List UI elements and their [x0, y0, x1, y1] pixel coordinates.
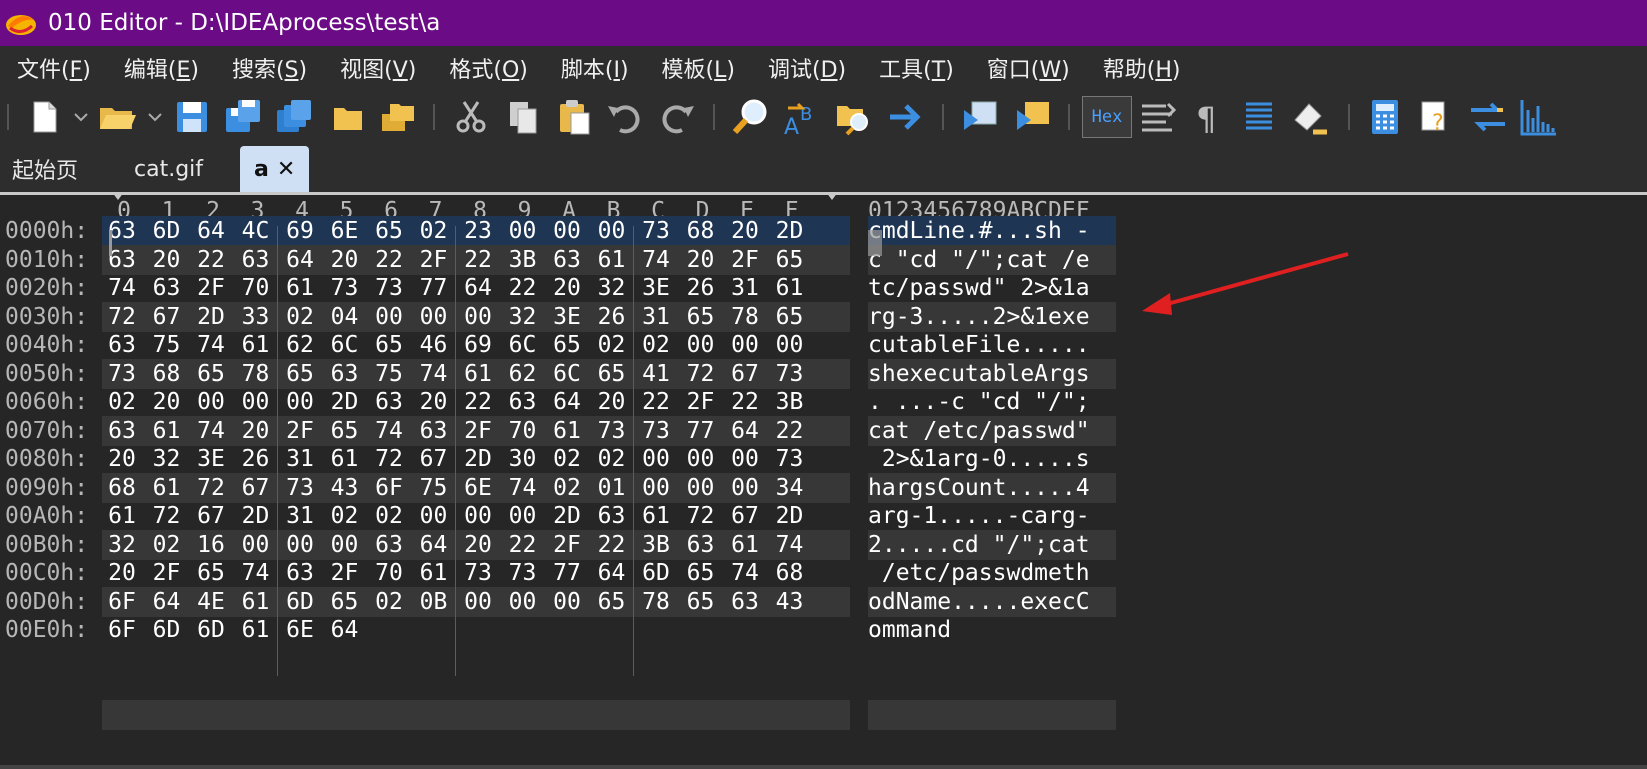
- annotation-arrow: [1142, 252, 1349, 315]
